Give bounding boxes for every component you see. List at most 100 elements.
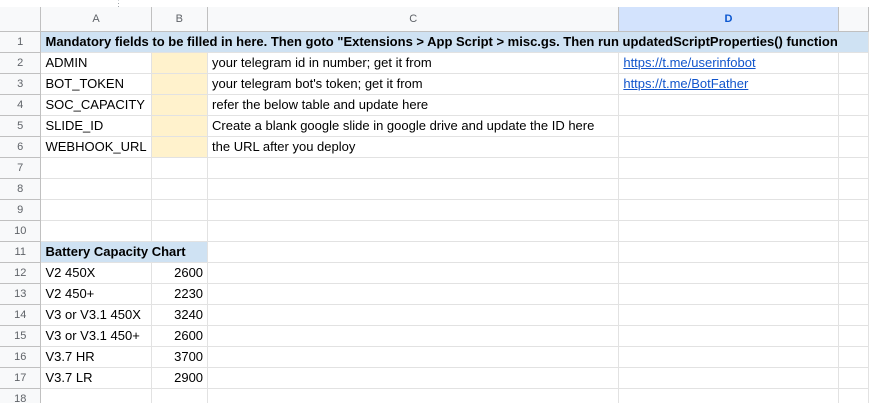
row-header[interactable]: 1 [0, 31, 42, 53]
empty-cell[interactable] [618, 136, 839, 158]
empty-cell[interactable] [838, 346, 869, 368]
row-header[interactable]: 8 [0, 178, 42, 200]
field-value-input[interactable] [151, 73, 209, 95]
row-header[interactable]: 4 [0, 94, 42, 116]
row-header[interactable]: 5 [0, 115, 42, 137]
empty-cell[interactable] [40, 199, 152, 221]
empty-cell[interactable] [207, 367, 620, 389]
battery-capacity-cell[interactable]: 2900 [151, 367, 209, 389]
row-header[interactable]: 6 [0, 136, 42, 158]
botfather-link[interactable]: https://t.me/BotFather [623, 76, 748, 91]
empty-cell[interactable] [618, 388, 839, 403]
row-header[interactable]: 11 [0, 241, 42, 263]
field-value-input[interactable] [151, 52, 209, 74]
battery-capacity-cell[interactable]: 2230 [151, 283, 209, 305]
empty-cell[interactable] [838, 115, 869, 137]
empty-cell[interactable] [151, 220, 209, 242]
empty-cell[interactable] [618, 220, 839, 242]
empty-cell[interactable] [40, 157, 152, 179]
field-name-cell[interactable]: SLIDE_ID [40, 115, 152, 137]
empty-cell[interactable] [838, 304, 869, 326]
empty-cell[interactable] [207, 283, 620, 305]
userinfobot-link[interactable]: https://t.me/userinfobot [623, 55, 755, 70]
empty-cell[interactable] [838, 283, 869, 305]
field-description-cell[interactable]: refer the below table and update here [207, 94, 620, 116]
empty-cell[interactable] [40, 388, 152, 403]
field-description-cell[interactable]: the URL after you deploy [207, 136, 620, 158]
battery-model-cell[interactable]: V3.7 LR [40, 367, 152, 389]
battery-model-cell[interactable]: V2 450X [40, 262, 152, 284]
empty-cell[interactable] [838, 94, 869, 116]
row-header[interactable]: 17 [0, 367, 42, 389]
empty-cell[interactable] [838, 52, 869, 74]
field-description-cell[interactable]: your telegram bot's token; get it from [207, 73, 620, 95]
row-header[interactable]: 16 [0, 346, 42, 368]
field-name-cell[interactable]: ADMIN [40, 52, 152, 74]
row-header[interactable]: 13 [0, 283, 42, 305]
empty-cell[interactable] [618, 178, 839, 200]
battery-capacity-cell[interactable]: 3700 [151, 346, 209, 368]
empty-cell[interactable] [207, 388, 620, 403]
empty-cell[interactable] [838, 220, 869, 242]
empty-cell[interactable] [838, 73, 869, 95]
empty-cell[interactable] [40, 178, 152, 200]
row-header[interactable]: 15 [0, 325, 42, 347]
empty-cell[interactable] [618, 241, 839, 263]
select-all-corner[interactable] [0, 7, 42, 32]
empty-cell[interactable] [838, 157, 869, 179]
empty-cell[interactable] [838, 388, 869, 403]
battery-model-cell[interactable]: V3 or V3.1 450X [40, 304, 152, 326]
battery-capacity-cell[interactable]: 2600 [151, 262, 209, 284]
empty-cell[interactable] [207, 178, 620, 200]
empty-cell[interactable] [618, 115, 839, 137]
column-header-a[interactable]: A [40, 7, 152, 32]
empty-cell[interactable] [838, 325, 869, 347]
field-description-cell[interactable]: Create a blank google slide in google dr… [207, 115, 620, 137]
empty-cell[interactable] [40, 220, 152, 242]
empty-cell[interactable] [618, 262, 839, 284]
empty-cell[interactable] [207, 346, 620, 368]
row-header[interactable]: 18 [0, 388, 42, 403]
field-value-input[interactable] [151, 94, 209, 116]
empty-cell[interactable] [207, 199, 620, 221]
row-header[interactable]: 7 [0, 157, 42, 179]
empty-cell[interactable] [838, 262, 869, 284]
field-link-cell[interactable]: https://t.me/userinfobot [618, 52, 839, 74]
empty-cell[interactable] [838, 367, 869, 389]
empty-cell[interactable] [618, 325, 839, 347]
battery-chart-title[interactable]: Battery Capacity Chart [40, 241, 209, 263]
battery-capacity-cell[interactable]: 3240 [151, 304, 209, 326]
empty-cell[interactable] [207, 262, 620, 284]
empty-cell[interactable] [207, 304, 620, 326]
empty-cell[interactable] [618, 157, 839, 179]
battery-model-cell[interactable]: V2 450+ [40, 283, 152, 305]
empty-cell[interactable] [151, 199, 209, 221]
empty-cell[interactable] [618, 346, 839, 368]
empty-cell[interactable] [207, 241, 620, 263]
column-header-e[interactable] [838, 7, 869, 32]
field-name-cell[interactable]: WEBHOOK_URL [40, 136, 152, 158]
row-header[interactable]: 9 [0, 199, 42, 221]
empty-cell[interactable] [838, 199, 869, 221]
empty-cell[interactable] [207, 325, 620, 347]
battery-model-cell[interactable]: V3.7 HR [40, 346, 152, 368]
row-header[interactable]: 3 [0, 73, 42, 95]
field-value-input[interactable] [151, 115, 209, 137]
battery-model-cell[interactable]: V3 or V3.1 450+ [40, 325, 152, 347]
empty-cell[interactable] [151, 157, 209, 179]
column-header-d[interactable]: D [618, 7, 839, 32]
empty-cell[interactable] [838, 178, 869, 200]
empty-cell[interactable] [207, 220, 620, 242]
empty-cell[interactable] [838, 136, 869, 158]
field-name-cell[interactable]: SOC_CAPACITY [40, 94, 152, 116]
field-link-cell[interactable]: https://t.me/BotFather [618, 73, 839, 95]
empty-cell[interactable] [618, 304, 839, 326]
instructions-banner[interactable]: Mandatory fields to be filled in here. T… [40, 31, 869, 53]
field-description-cell[interactable]: your telegram id in number; get it from [207, 52, 620, 74]
empty-cell[interactable] [618, 367, 839, 389]
row-header[interactable]: 10 [0, 220, 42, 242]
field-value-input[interactable] [151, 136, 209, 158]
column-header-b[interactable]: B [151, 7, 209, 32]
row-header[interactable]: 14 [0, 304, 42, 326]
battery-capacity-cell[interactable]: 2600 [151, 325, 209, 347]
